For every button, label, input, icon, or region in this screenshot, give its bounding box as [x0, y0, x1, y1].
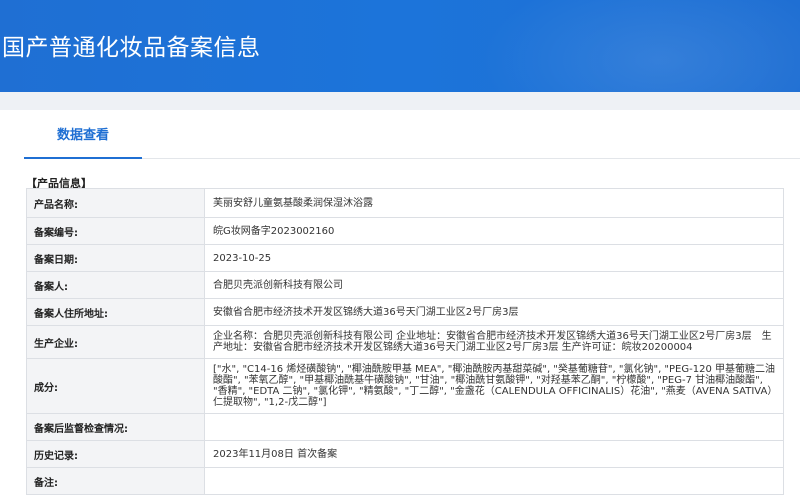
field-label: 备案人住所地址: — [26, 298, 205, 326]
tab-bar: 数据查看 — [24, 110, 800, 159]
field-value: 皖G妆网备字2023002160 — [204, 217, 784, 245]
field-value: 2023-10-25 — [204, 244, 784, 272]
table-row: 备案日期: 2023-10-25 — [26, 244, 784, 272]
field-value — [204, 467, 784, 495]
table-row: 备案编号: 皖G妆网备字2023002160 — [26, 217, 784, 245]
header-gap — [0, 92, 800, 110]
table-row: 备案人住所地址: 安徽省合肥市经济技术开发区锦绣大道36号天门湖工业区2号厂房3… — [26, 298, 784, 326]
table-row: 生产企业: 企业名称：合肥贝壳派创新科技有限公司 企业地址：安徽省合肥市经济技术… — [26, 325, 784, 359]
field-value: 安徽省合肥市经济技术开发区锦绣大道36号天门湖工业区2号厂房3层 — [204, 298, 784, 326]
field-label: 备案编号: — [26, 217, 205, 245]
field-value: 芙丽安舒儿童氨基酸柔润保湿沐浴露 — [204, 188, 784, 218]
table-row: 备案人: 合肥贝壳派创新科技有限公司 — [26, 271, 784, 299]
tab-data-view[interactable]: 数据查看 — [24, 110, 142, 159]
field-value — [204, 413, 784, 441]
table-row: 备注: — [26, 467, 784, 495]
field-value: 企业名称：合肥贝壳派创新科技有限公司 企业地址：安徽省合肥市经济技术开发区锦绣大… — [204, 325, 784, 359]
field-label: 成分: — [26, 358, 205, 414]
field-label: 历史记录: — [26, 440, 205, 468]
table-row: 历史记录: 2023年11月08日 首次备案 — [26, 440, 784, 468]
field-value: 2023年11月08日 首次备案 — [204, 440, 784, 468]
field-value: ["水", "C14-16 烯烃磺酸钠", "椰油酰胺甲基 MEA", "椰油酰… — [204, 358, 784, 414]
field-label: 生产企业: — [26, 325, 205, 359]
page-header: 国产普通化妆品备案信息 — [0, 0, 800, 92]
field-label: 备案人: — [26, 271, 205, 299]
field-label: 备注: — [26, 467, 205, 495]
field-label: 备案日期: — [26, 244, 205, 272]
table-row: 成分: ["水", "C14-16 烯烃磺酸钠", "椰油酰胺甲基 MEA", … — [26, 358, 784, 414]
table-row: 产品名称: 芙丽安舒儿童氨基酸柔润保湿沐浴露 — [26, 188, 784, 218]
field-value: 合肥贝壳派创新科技有限公司 — [204, 271, 784, 299]
page-title: 国产普通化妆品备案信息 — [2, 35, 261, 61]
product-info-table: 产品名称: 芙丽安舒儿童氨基酸柔润保湿沐浴露 备案编号: 皖G妆网备字20230… — [26, 188, 784, 495]
header-decoration — [480, 0, 800, 92]
table-row: 备案后监督检查情况: — [26, 413, 784, 441]
field-label: 产品名称: — [26, 188, 205, 218]
field-label: 备案后监督检查情况: — [26, 413, 205, 441]
